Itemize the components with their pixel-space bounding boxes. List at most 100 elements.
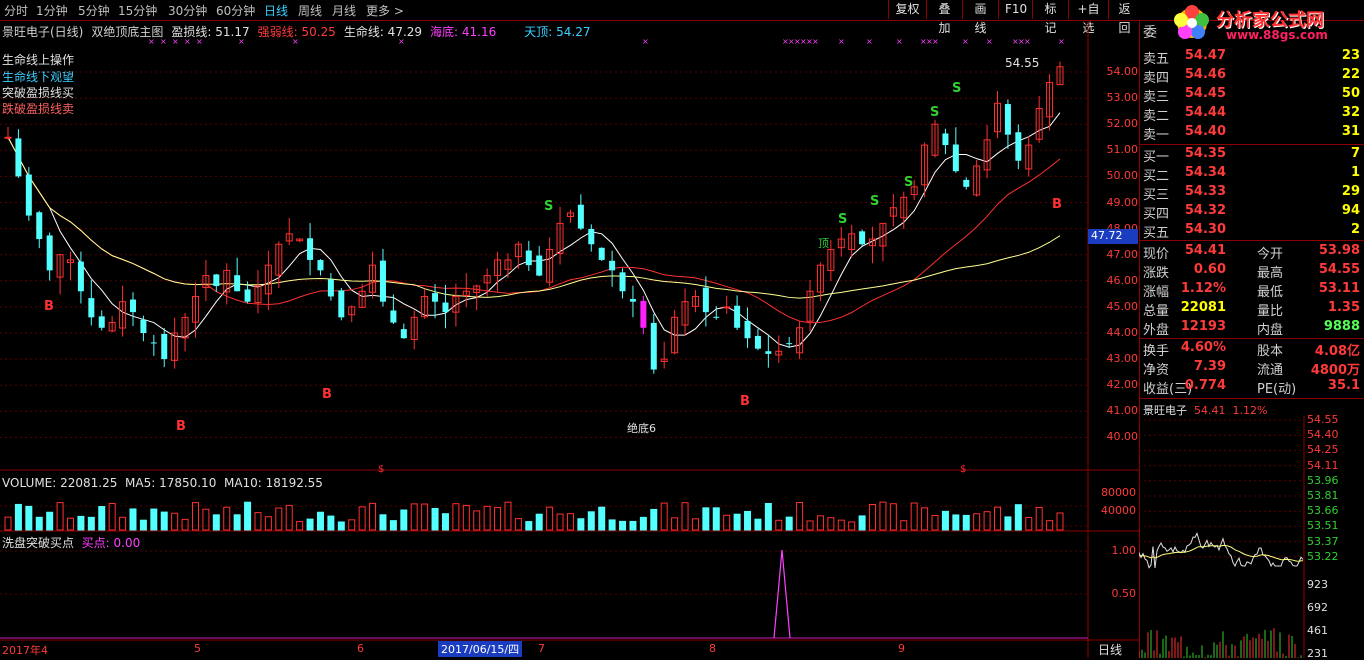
tab-timeframe-active[interactable]: 日线: [264, 2, 288, 19]
volume-bar: [327, 515, 335, 531]
mini-volume-tick: 923: [1307, 578, 1328, 591]
volume-bar: [952, 514, 960, 531]
date-label: 7: [538, 642, 545, 655]
volume-bar: [431, 507, 439, 531]
candle-body: [46, 235, 53, 271]
volume-bar: [941, 510, 949, 531]
overlay-button[interactable]: 叠加: [926, 0, 962, 35]
volume-bar: [733, 513, 741, 531]
candle-body: [734, 305, 741, 328]
price-tick: 43.00: [1106, 352, 1139, 366]
tab-timeframe[interactable]: 1分钟: [36, 2, 68, 19]
candle-body: [963, 179, 970, 187]
volume-bar: [712, 507, 720, 531]
volume-bar: [202, 508, 210, 531]
candle-body: [786, 343, 793, 345]
stats-row: 净资 7.39 流通 4800万: [1143, 359, 1360, 378]
volume-bar: [639, 516, 647, 531]
add-watchlist-button[interactable]: +自选: [1068, 0, 1108, 35]
sub-tick: 1.00: [1111, 544, 1137, 557]
mark-button[interactable]: 标记: [1032, 0, 1068, 35]
date-label: 9: [898, 642, 905, 655]
candle-body: [307, 238, 314, 260]
quote-row: 外盘 12193 内盘 9888: [1143, 319, 1360, 338]
candle-body: [213, 274, 220, 287]
volume-bar: [87, 516, 95, 531]
tab-timeframe[interactable]: 分时: [4, 2, 28, 19]
volume-bar: [379, 514, 387, 531]
candle-body: [619, 272, 626, 292]
volume-bar: [66, 517, 74, 531]
candle-body: [942, 133, 949, 146]
volume-bar: [994, 506, 1002, 531]
mini-price-tick: 53.81: [1307, 489, 1339, 502]
cross-marker: ×: [962, 37, 969, 46]
flower-icon: [1174, 5, 1209, 39]
tab-timeframe[interactable]: 30分钟: [168, 2, 207, 19]
volume-bar: [983, 511, 991, 531]
watermark-logo: 分析家公式网 www.88gs.com: [1172, 4, 1364, 44]
volume-bar: [691, 518, 699, 531]
tab-timeframe[interactable]: 60分钟: [216, 2, 255, 19]
sell-marker: S: [952, 81, 961, 96]
volume-bar: [254, 512, 262, 531]
adjust-button[interactable]: 复权: [888, 0, 926, 19]
dollar-marker: $: [960, 464, 966, 475]
candle-body: [390, 310, 397, 323]
candle-body: [609, 260, 616, 271]
sub-tick: 0.50: [1111, 587, 1137, 600]
quote-row: 涨跌 0.60 最高 54.55: [1143, 262, 1360, 281]
candle-body: [765, 351, 772, 354]
volume-bar: [619, 520, 627, 531]
volume-bar: [775, 519, 783, 531]
dollar-marker: $: [378, 464, 384, 475]
volume-bar: [723, 514, 731, 531]
tab-timeframe-more[interactable]: 更多 >: [366, 2, 404, 19]
kline-chart[interactable]: BBB BBSSSSSS$ $× × × × × × × × × × × × × × × × × × × × × × × × × × ×: [0, 20, 1139, 658]
sub-indicator-legend: 洗盘突破买点 买点: 0.00: [2, 534, 140, 551]
candle-body: [36, 212, 43, 240]
ask-row: 卖三 54.45 50: [1143, 86, 1360, 105]
candle-body: [161, 333, 168, 360]
volume-bar: [525, 521, 533, 531]
cross-marker: ×: [1024, 37, 1031, 46]
price-tick: 54.00: [1106, 65, 1139, 78]
price-tick: 46.00: [1106, 273, 1139, 287]
f10-button[interactable]: F10: [998, 0, 1032, 19]
candle-body: [442, 302, 449, 313]
volume-bar: [671, 517, 679, 531]
volume-bar: [1046, 520, 1054, 531]
tab-timeframe[interactable]: 周线: [298, 2, 322, 19]
date-label: 2017年4: [2, 644, 48, 657]
price-tick: 50.00: [1106, 169, 1139, 183]
volume-bar: [931, 514, 939, 531]
volume-bar: [650, 508, 658, 531]
volume-bar: [264, 516, 272, 531]
volume-bar: [587, 511, 595, 531]
candle-body: [859, 231, 866, 245]
candle-body: [317, 260, 324, 271]
quote-row: 现价 54.41 今开 53.98: [1143, 243, 1360, 262]
tab-timeframe[interactable]: 15分钟: [118, 2, 157, 19]
draw-line-button[interactable]: 画线: [962, 0, 998, 35]
candle-body: [577, 204, 584, 229]
candle-body: [744, 320, 751, 339]
tab-timeframe[interactable]: 月线: [332, 2, 356, 19]
back-button[interactable]: 返回: [1108, 0, 1140, 35]
volume-tick: 40000: [1101, 504, 1136, 517]
cross-marker: ×: [1058, 37, 1065, 46]
volume-bar: [577, 518, 585, 531]
volume-bar: [233, 514, 241, 531]
volume-bar: [400, 509, 408, 531]
high-price-label: 54.55: [1005, 56, 1040, 70]
ma-line: [7, 137, 1061, 324]
tab-timeframe[interactable]: 5分钟: [78, 2, 110, 19]
candle-body: [15, 138, 22, 177]
candle-body: [723, 306, 731, 309]
mini-price-tick: 53.51: [1307, 519, 1339, 533]
volume-bar: [223, 506, 231, 531]
volume-bar: [556, 513, 564, 531]
cross-marker: ×: [184, 37, 191, 46]
cross-marker: ×: [642, 37, 649, 46]
mini-volume-tick: 231: [1307, 647, 1328, 660]
